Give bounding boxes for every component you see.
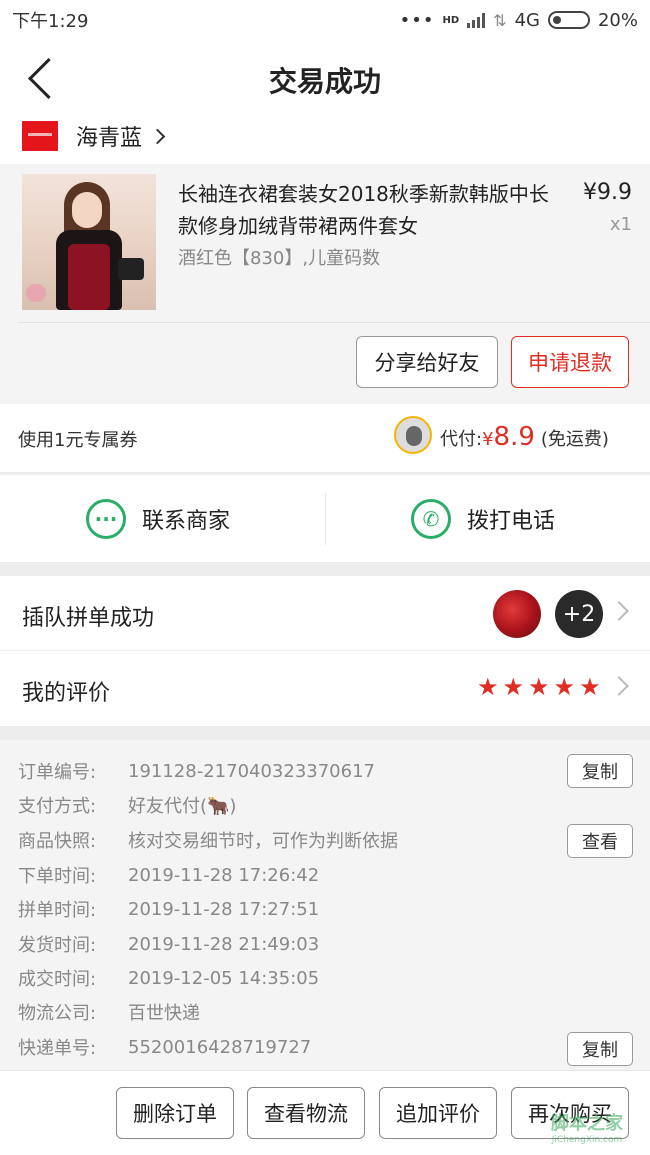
info-value: 2019-11-28 17:26:42 <box>128 864 320 886</box>
group-buy-row[interactable]: 插队拼单成功 +2 <box>0 576 650 650</box>
order-info-row: 下单时间: 2019-11-28 17:26:42 <box>18 860 319 890</box>
group-buy-label: 插队拼单成功 <box>22 606 155 631</box>
contact-merchant-button[interactable]: ··· 联系商家 <box>86 475 230 563</box>
view-logistics-button[interactable]: 查看物流 <box>247 1087 365 1139</box>
product-price: ¥9.9 <box>583 180 632 205</box>
member-avatar <box>493 590 541 638</box>
nav-bar: 交易成功 <box>0 40 650 115</box>
my-review-row[interactable]: 我的评价 ★ ★ ★ ★ ★ <box>0 650 650 726</box>
product-title[interactable]: 长袖连衣裙套装女2018秋季新款韩版中长款修身加绒背带裙两件套女 <box>178 178 558 242</box>
order-info-row: 成交时间: 2019-12-05 14:35:05 <box>18 963 319 993</box>
info-value: 百世快递 <box>128 1003 200 1024</box>
data-transfer-icon: ⇅ <box>493 10 507 30</box>
call-phone-button[interactable]: ✆ 拨打电话 <box>411 475 555 563</box>
battery-percent: 20% <box>597 9 638 31</box>
status-bar: 下午1:29 ••• HD ⇅ 4G 20% <box>0 0 650 40</box>
info-key: 成交时间: <box>18 969 97 990</box>
more-members-badge: +2 <box>555 590 603 638</box>
order-info-row: 物流公司: 百世快递 <box>18 997 200 1027</box>
info-key: 快递单号: <box>18 1038 97 1059</box>
watermark-logo: 脚本之家 JiChengXin.com <box>528 1105 646 1149</box>
product-quantity: x1 <box>609 214 632 235</box>
star-icon: ★ <box>528 673 550 701</box>
order-info-row: 订单编号: 191128-217040323370617 <box>18 756 375 786</box>
delete-order-button[interactable]: 删除订单 <box>116 1087 234 1139</box>
order-info-row: 快递单号: 5520016428719727 <box>18 1032 311 1062</box>
bottom-action-bar: 删除订单 查看物流 追加评价 再次购买 脚本之家 JiChengXin.com <box>0 1070 650 1155</box>
watermark-text: 脚本之家 <box>551 1113 623 1134</box>
info-key: 支付方式: <box>18 796 97 817</box>
order-info-row: 拼单时间: 2019-11-28 17:27:51 <box>18 894 319 924</box>
share-to-friend-button[interactable]: 分享给好友 <box>356 336 498 388</box>
request-refund-button[interactable]: 申请退款 <box>511 336 629 388</box>
status-icons: ••• HD ⇅ 4G 20% <box>400 10 638 31</box>
product-spec: 酒红色【830】,儿童码数 <box>178 248 381 269</box>
status-time: 下午1:29 <box>12 11 89 32</box>
info-key: 拼单时间: <box>18 900 97 921</box>
chevron-right-icon <box>149 128 166 144</box>
coupon-label: 使用1元专属券 <box>18 430 138 451</box>
chevron-right-icon <box>609 676 629 696</box>
star-icon: ★ <box>502 673 525 701</box>
star-icon: ★ <box>579 673 601 701</box>
notification-dots-icon: ••• <box>399 9 435 31</box>
divider <box>18 322 650 323</box>
contact-merchant-label: 联系商家 <box>142 509 231 534</box>
copy-order-number-button[interactable]: 复制 <box>567 754 633 788</box>
watermark-subtext: JiChengXin.com <box>551 1135 623 1145</box>
chat-bubble-icon: ··· <box>86 499 126 539</box>
pay-label: 代付: <box>440 429 483 450</box>
divider <box>325 493 326 545</box>
copy-tracking-number-button[interactable]: 复制 <box>567 1032 633 1066</box>
hd-label: HD <box>442 14 460 26</box>
shipping-note: (免运费) <box>540 429 609 450</box>
order-info-row: 发货时间: 2019-11-28 21:49:03 <box>18 929 319 959</box>
view-snapshot-button[interactable]: 查看 <box>567 824 633 858</box>
battery-icon <box>547 11 590 29</box>
add-review-button[interactable]: 追加评价 <box>379 1087 497 1139</box>
call-phone-label: 拨打电话 <box>467 509 556 534</box>
info-value: 好友代付(🐂) <box>128 796 237 817</box>
info-value: 核对交易细节时，可作为判断依据 <box>128 831 398 852</box>
info-key: 商品快照: <box>18 831 97 852</box>
payer-avatar <box>394 416 432 454</box>
shop-logo <box>22 121 58 151</box>
order-info-row: 商品快照: 核对交易细节时，可作为判断依据 <box>18 825 398 855</box>
coupon-row: 使用1元专属券 代付: ¥ 8.9 (免运费) <box>0 404 650 472</box>
star-icon: ★ <box>553 673 576 701</box>
info-value: 2019-11-28 17:27:51 <box>128 898 320 920</box>
page-title: 交易成功 <box>268 65 381 98</box>
shop-name: 海青蓝 <box>76 126 143 151</box>
info-key: 下单时间: <box>18 866 97 887</box>
pay-summary: 代付: ¥ 8.9 (免运费) <box>440 422 609 452</box>
product-card: 长袖连衣裙套装女2018秋季新款韩版中长款修身加绒背带裙两件套女 酒红色【830… <box>0 164 650 404</box>
info-value: 191128-217040323370617 <box>128 760 375 782</box>
order-info-row: 支付方式: 好友代付(🐂) <box>18 790 236 820</box>
info-key: 订单编号: <box>18 762 97 783</box>
network-label: 4G <box>514 9 540 31</box>
signal-icon <box>467 12 486 28</box>
star-icon: ★ <box>477 673 499 701</box>
info-key: 物流公司: <box>18 1003 97 1024</box>
info-key: 发货时间: <box>18 935 97 956</box>
contact-row: ··· 联系商家 ✆ 拨打电话 <box>0 474 650 562</box>
order-info: 订单编号: 191128-217040323370617 复制 支付方式: 好友… <box>0 740 650 1070</box>
shop-row[interactable]: 海青蓝 <box>0 108 650 164</box>
rating-stars: ★ ★ ★ ★ ★ <box>477 675 601 699</box>
pay-amount: 8.9 <box>493 422 535 452</box>
phone-icon: ✆ <box>411 499 451 539</box>
pay-currency: ¥ <box>482 429 494 450</box>
product-image[interactable] <box>22 174 156 310</box>
info-value: 2019-11-28 21:49:03 <box>128 933 320 955</box>
my-review-label: 我的评价 <box>22 681 111 706</box>
info-value: 2019-12-05 14:35:05 <box>128 967 320 989</box>
chevron-right-icon <box>609 601 629 621</box>
info-value: 5520016428719727 <box>128 1036 312 1058</box>
